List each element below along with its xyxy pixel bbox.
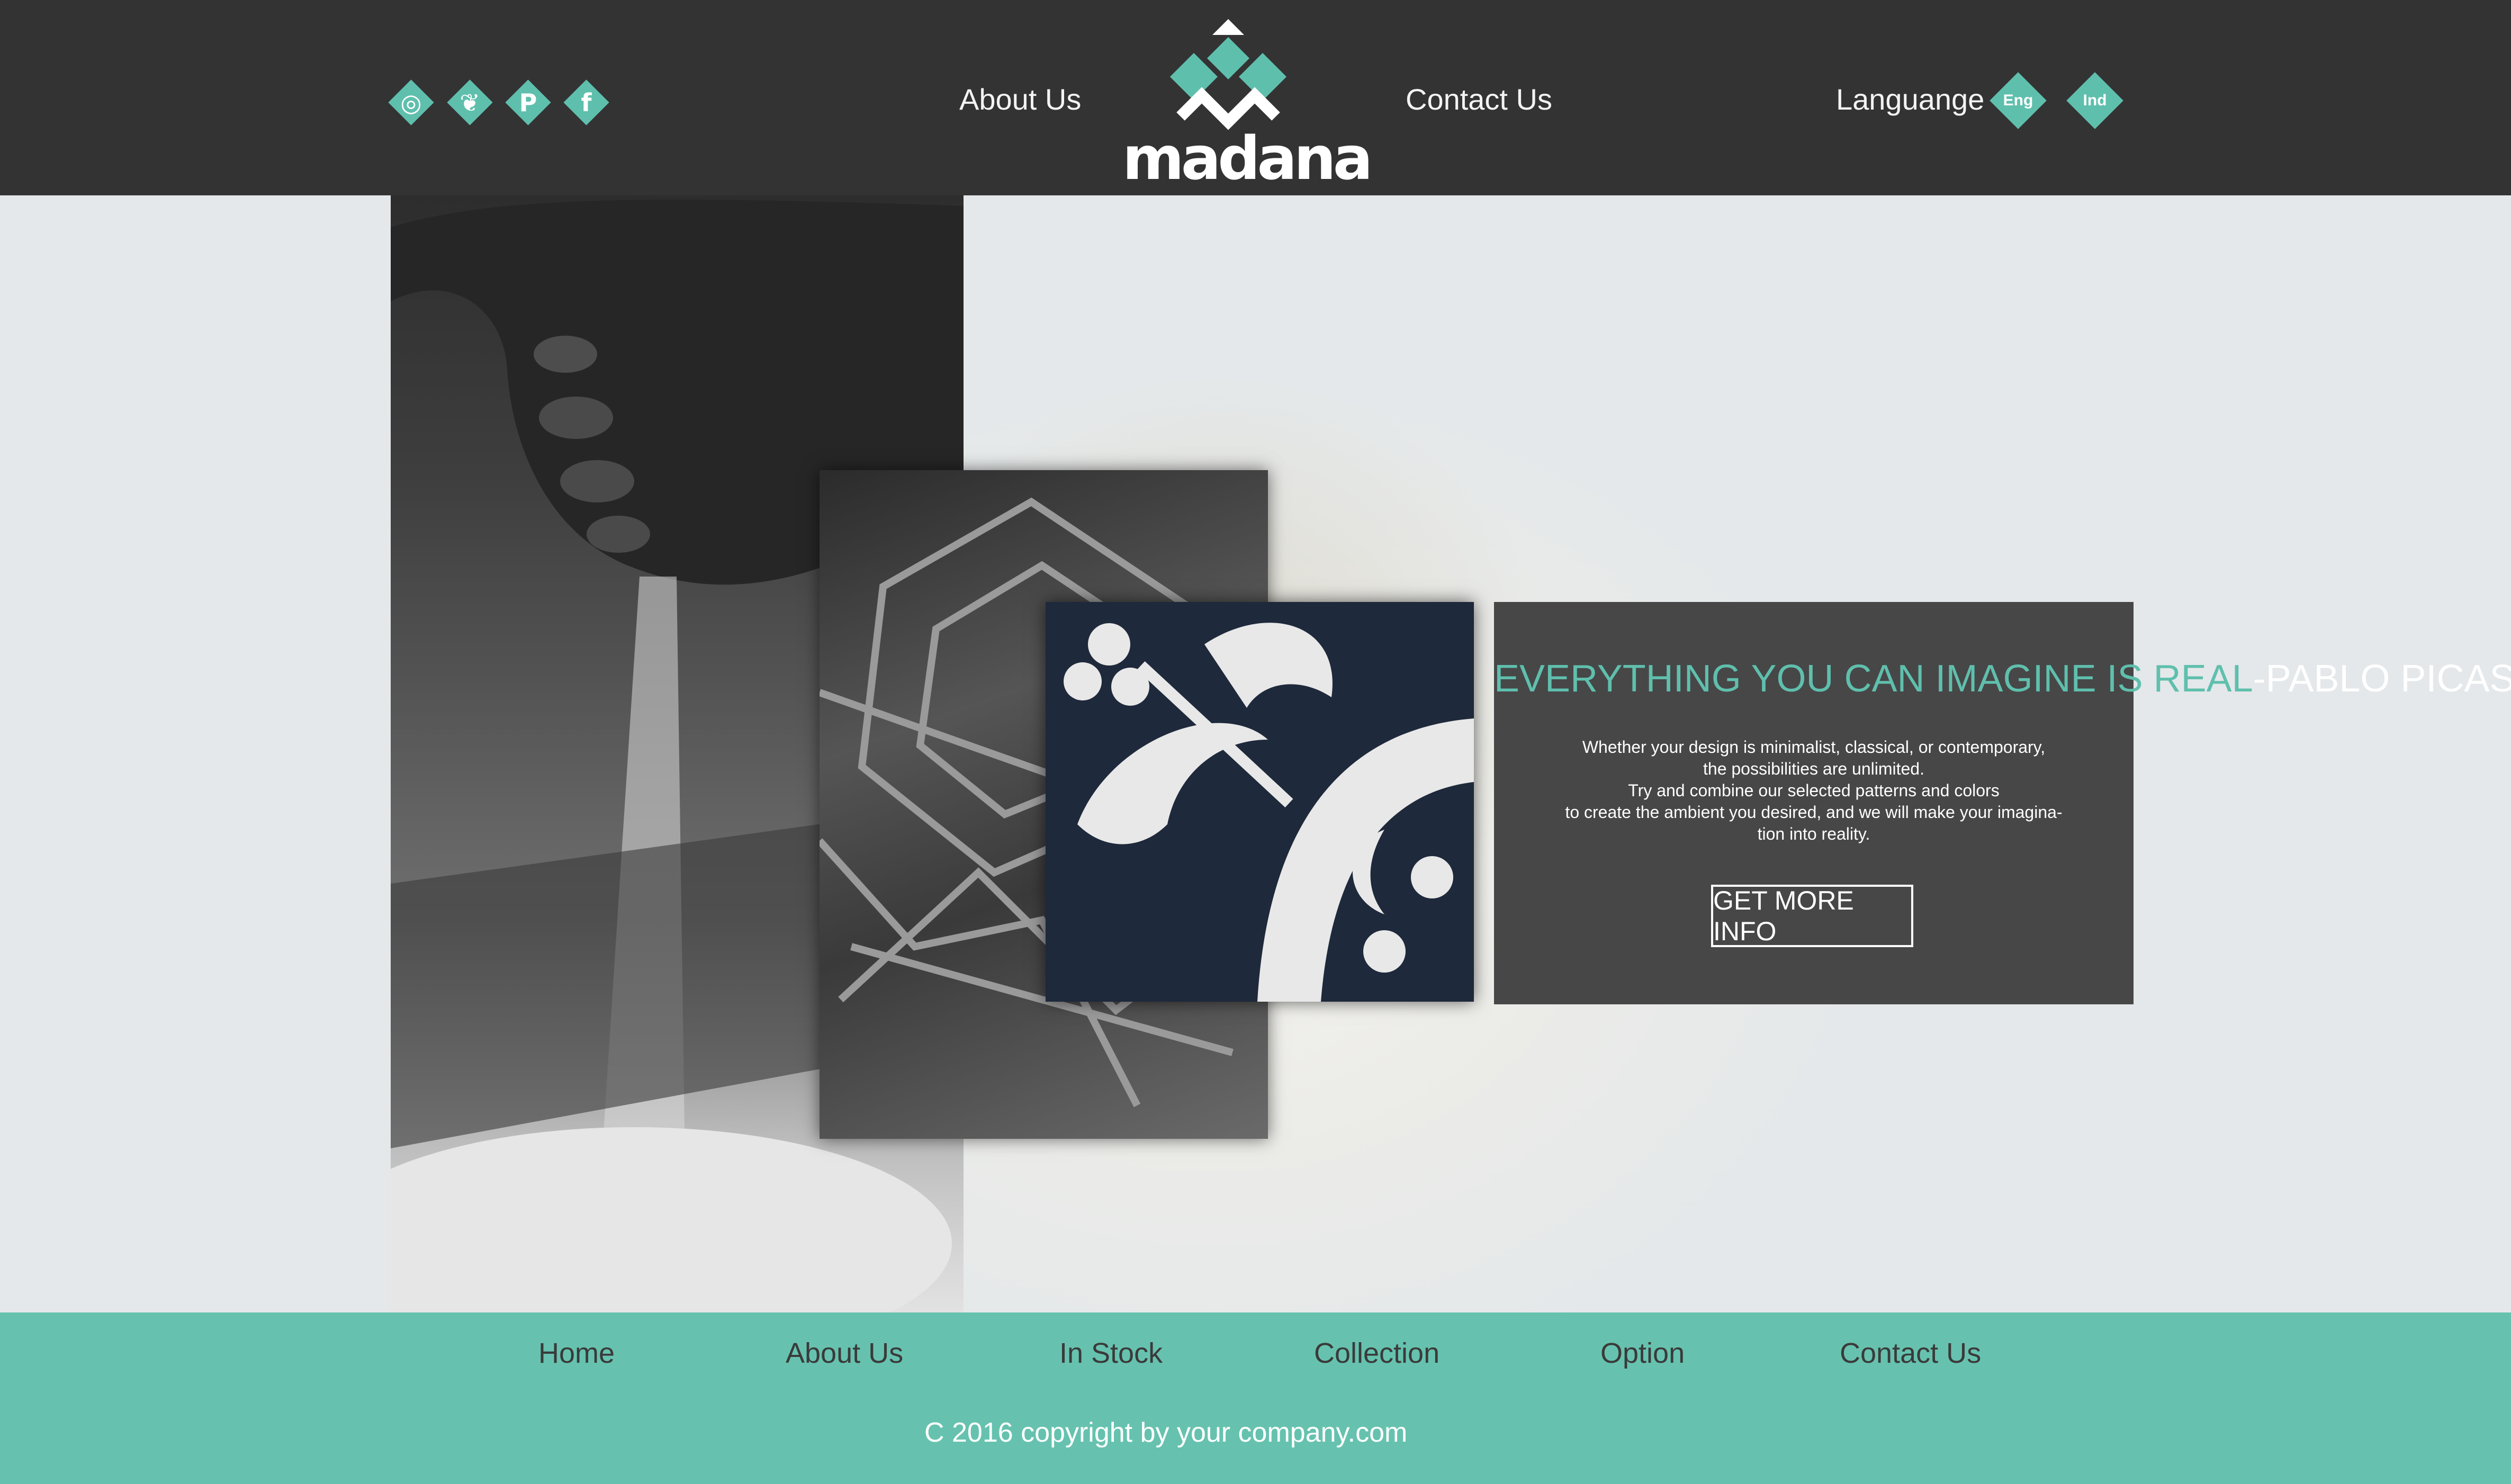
madana-logo[interactable]: madana xyxy=(1122,16,1373,191)
footer-nav-in-stock[interactable]: In Stock xyxy=(1059,1335,1163,1372)
description-line: the possibilities are unlimited. xyxy=(1703,759,1924,778)
get-more-info-button[interactable]: GET MORE INFO xyxy=(1711,885,1913,947)
site-header: ◎ ❦ P f About Us madana Contact Us Langu… xyxy=(0,0,2511,195)
instagram-link[interactable]: ◎ xyxy=(388,79,434,125)
description-line: Whether your design is minimalist, class… xyxy=(1582,737,2046,757)
footer-nav-option[interactable]: Option xyxy=(1600,1335,1685,1372)
quote-panel: EVERYTHING YOU CAN IMAGINE IS REAL-PABLO… xyxy=(1494,602,2511,1004)
description-line: to create the ambient you desired, and w… xyxy=(1565,803,2063,822)
facebook-icon: f xyxy=(581,88,592,117)
twitter-link[interactable]: ❦ xyxy=(447,79,493,125)
logo-mark-icon xyxy=(1170,19,1286,130)
footer-nav-contact-us[interactable]: Contact Us xyxy=(1840,1335,1981,1372)
footer-nav-home[interactable]: Home xyxy=(538,1335,615,1372)
logo-text: madana xyxy=(1122,124,1373,193)
language-ind-label: Ind xyxy=(2083,92,2107,109)
language-label: Languange xyxy=(1836,83,1985,116)
facebook-link[interactable]: f xyxy=(563,79,609,125)
nav-contact-us[interactable]: Contact Us xyxy=(1406,80,1552,119)
footer-nav-collection[interactable]: Collection xyxy=(1314,1335,1439,1372)
quote-heading: EVERYTHING YOU CAN IMAGINE IS REAL-PABLO… xyxy=(1494,655,2511,703)
twitter-icon: ❦ xyxy=(460,88,480,117)
patterned-tile-photo xyxy=(1046,602,1474,1002)
instagram-icon: ◎ xyxy=(400,88,422,117)
footer-nav-about-us[interactable]: About Us xyxy=(786,1335,903,1372)
quote-text: EVERYTHING YOU CAN IMAGINE IS REAL xyxy=(1494,658,2253,700)
pinterest-link[interactable]: P xyxy=(505,79,551,125)
nav-about-us[interactable]: About Us xyxy=(959,80,1081,119)
description-line: tion into reality. xyxy=(1757,824,1870,843)
copyright-text: C 2016 copyright by your company.com xyxy=(924,1417,1408,1448)
site-footer: Home About Us In Stock Collection Option… xyxy=(0,1312,2511,1484)
quote-description: Whether your design is minimalist, class… xyxy=(1526,736,2102,845)
quote-author: -PABLO PICASSO- xyxy=(2253,658,2511,700)
language-ind-button[interactable]: Ind xyxy=(2066,71,2124,130)
description-line: Try and combine our selected patterns an… xyxy=(1628,781,2000,800)
tile-pattern-art xyxy=(1046,602,1474,1002)
language-eng-button[interactable]: Eng xyxy=(1989,71,2047,130)
pinterest-icon: P xyxy=(519,88,537,117)
language-eng-label: Eng xyxy=(2003,92,2033,109)
